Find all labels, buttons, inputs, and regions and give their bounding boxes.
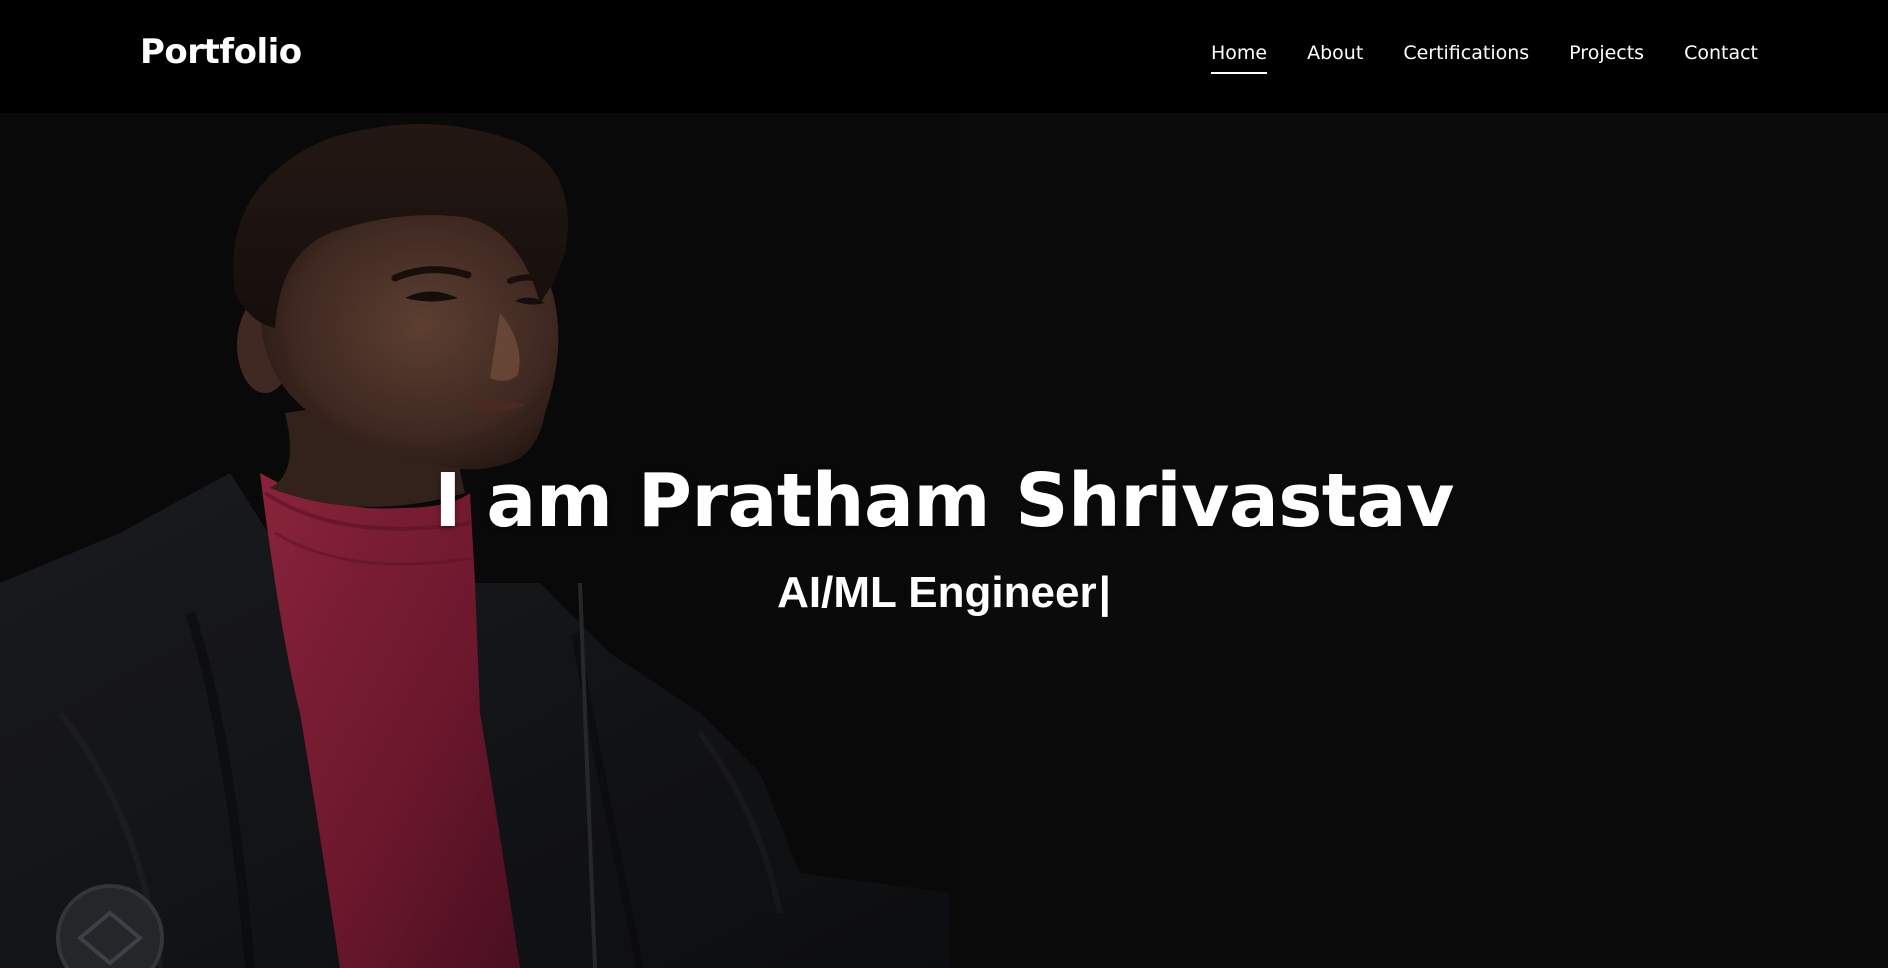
typing-cursor: | bbox=[1098, 568, 1111, 617]
navbar: Portfolio Home About Certifications Proj… bbox=[0, 0, 1888, 113]
nav-link-projects[interactable]: Projects bbox=[1569, 42, 1644, 74]
hero-subtitle-wrapper: AI/ML Engineer| bbox=[0, 568, 1888, 618]
nav-link-certifications[interactable]: Certifications bbox=[1403, 42, 1529, 74]
portfolio-page: Portfolio Home About Certifications Proj… bbox=[0, 0, 1888, 968]
nav-link-contact[interactable]: Contact bbox=[1684, 42, 1758, 74]
nav-link-about[interactable]: About bbox=[1307, 42, 1363, 74]
brand-logo[interactable]: Portfolio bbox=[140, 32, 302, 72]
hero-title: I am Pratham Shrivastav bbox=[434, 458, 1454, 544]
main-navigation: Home About Certifications Projects Conta… bbox=[1211, 42, 1758, 74]
hero-subtitle: AI/ML Engineer bbox=[777, 568, 1097, 617]
hero-text-block: I am Pratham Shrivastav AI/ML Engineer| bbox=[0, 113, 1888, 968]
nav-link-home[interactable]: Home bbox=[1211, 42, 1268, 74]
